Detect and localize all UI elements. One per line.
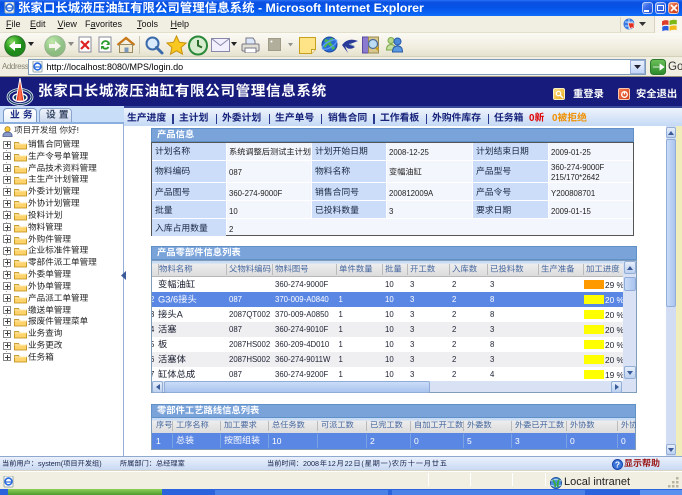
- svg-text:0: 0: [552, 113, 558, 124]
- svg-text:22: 22: [345, 458, 353, 467]
- svg-text:): ): [389, 458, 391, 467]
- svg-text:- Microsoft Internet Explorer: - Microsoft Internet Explorer: [255, 1, 425, 15]
- svg-text:system(: system(: [38, 458, 64, 467]
- svg-text:!: !: [77, 125, 79, 135]
- svg-text:?: ?: [615, 459, 620, 469]
- svg-text:): ): [99, 458, 101, 467]
- svg-text:12: 12: [328, 458, 336, 467]
- svg-text:A: A: [177, 309, 184, 319]
- svg-text:G3/6: G3/6: [158, 294, 178, 304]
- svg-text:0: 0: [529, 113, 535, 124]
- svg-text:(: (: [361, 458, 364, 467]
- svg-text:2008: 2008: [303, 458, 319, 467]
